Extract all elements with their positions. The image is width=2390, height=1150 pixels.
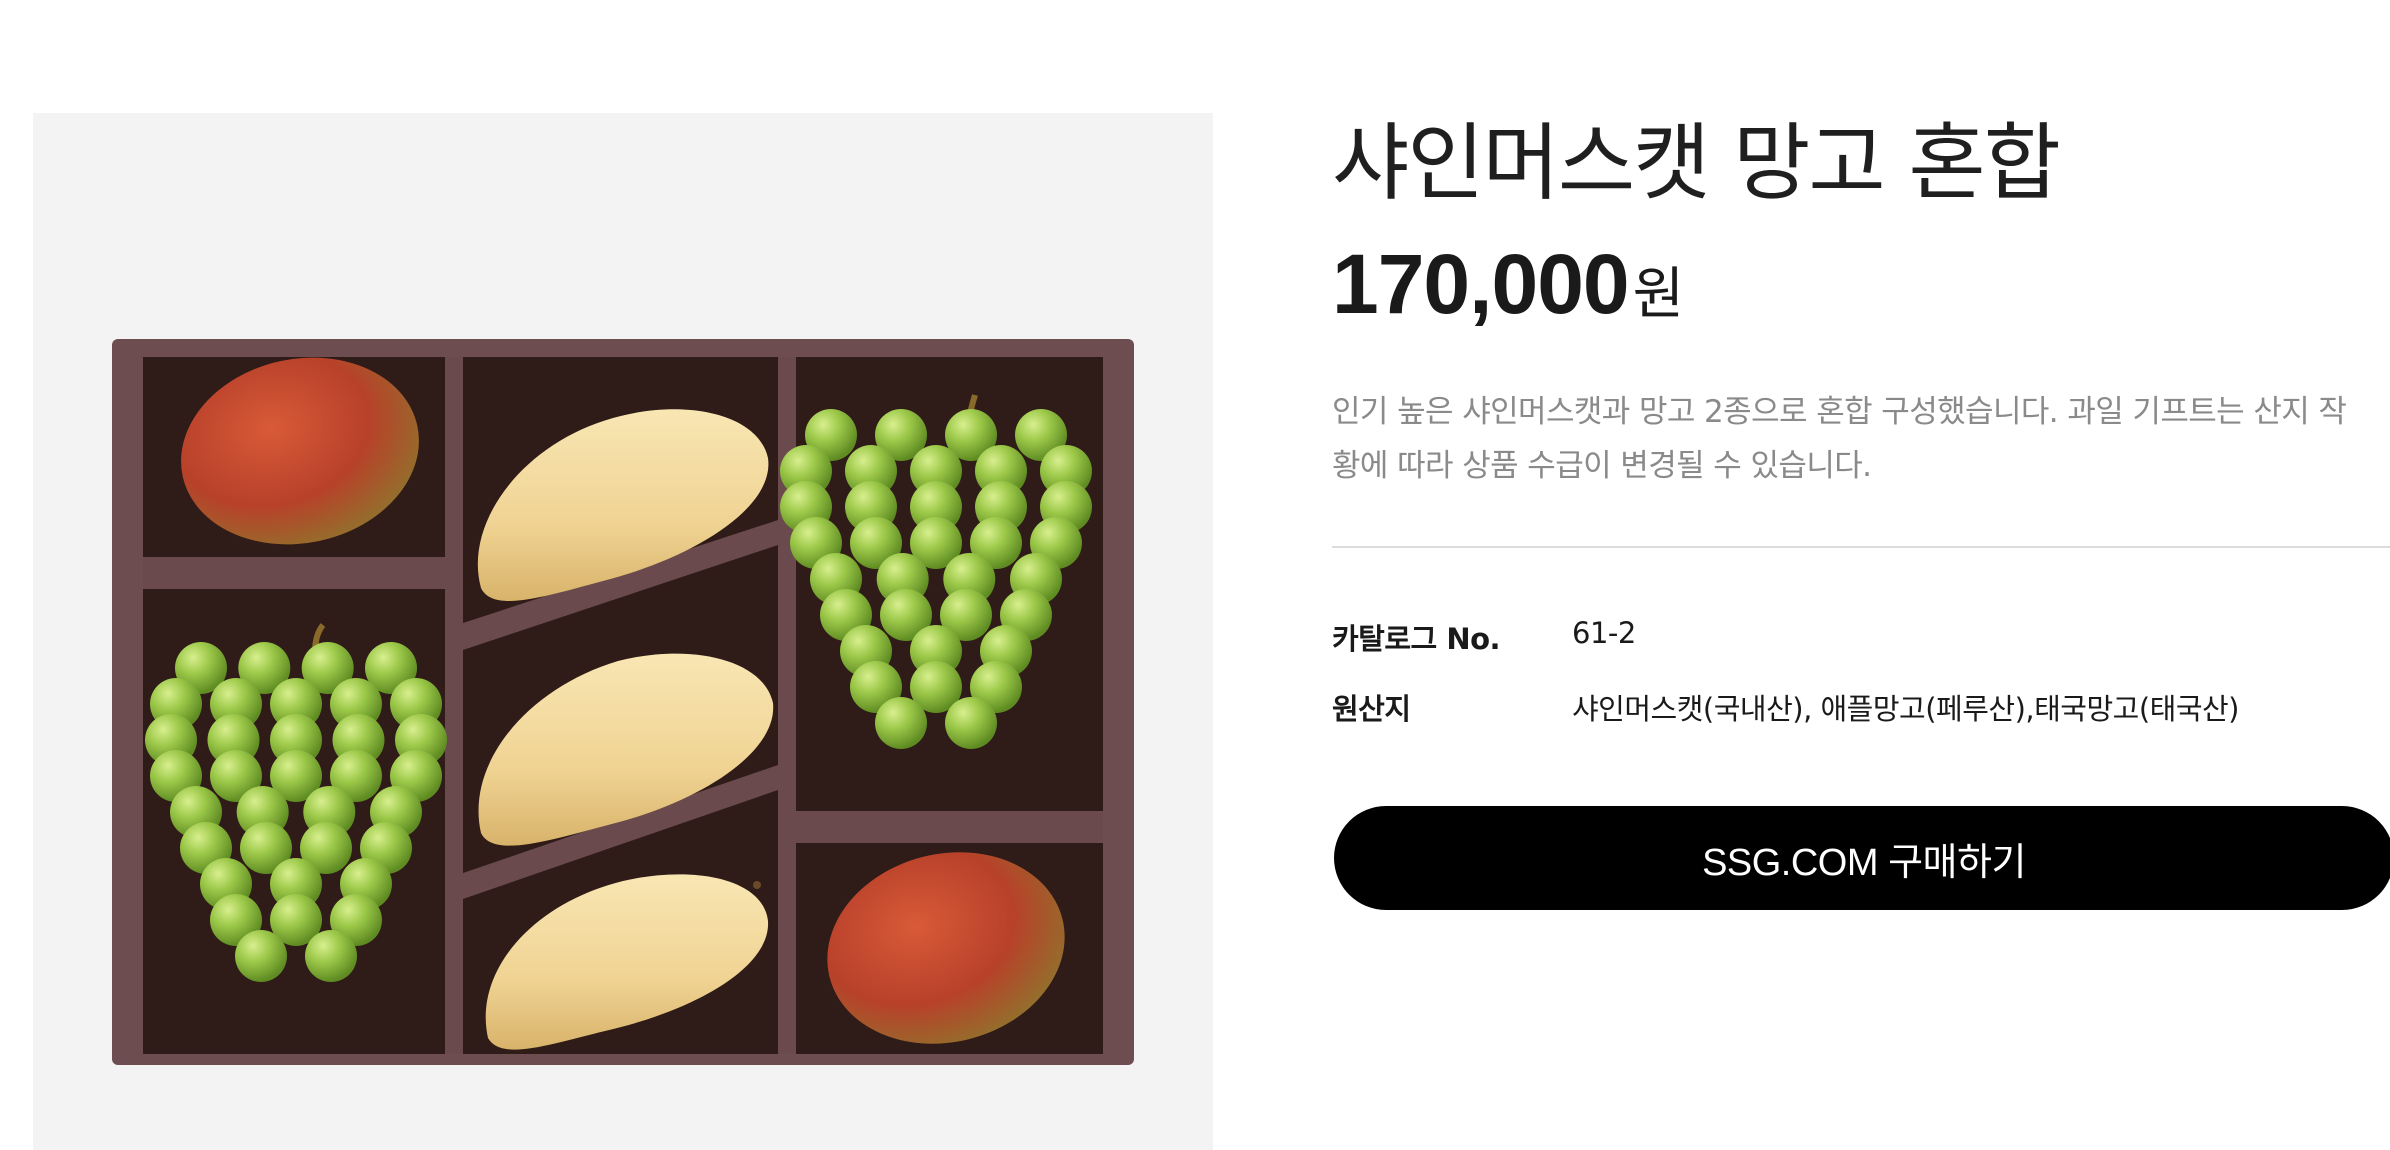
product-price: 170,000원: [1332, 236, 1684, 333]
spec-value: 61-2: [1572, 616, 1636, 650]
spec-value: 샤인머스캣(국내산), 애플망고(페루산),태국망고(태국산): [1572, 692, 2240, 726]
product-description: 인기 높은 샤인머스캣과 망고 2종으로 혼합 구성했습니다. 과일 기프트는 …: [1332, 394, 2347, 484]
box-divider: [143, 557, 445, 589]
spec-label: 원산지: [1332, 692, 1411, 726]
section-divider: [1332, 546, 2390, 548]
product-title: 샤인머스캣 망고 혼합: [1332, 114, 2061, 212]
price-amount: 170,000: [1332, 237, 1630, 331]
box-divider: [445, 357, 463, 1054]
price-unit: 원: [1632, 262, 1685, 327]
spec-label: 카탈로그 No.: [1332, 622, 1501, 656]
fruit-gift-box-image: [112, 339, 1134, 1065]
product-image: [33, 113, 1213, 1150]
buy-button[interactable]: SSG.COM 구매하기: [1334, 806, 2390, 910]
box-divider: [796, 811, 1103, 843]
